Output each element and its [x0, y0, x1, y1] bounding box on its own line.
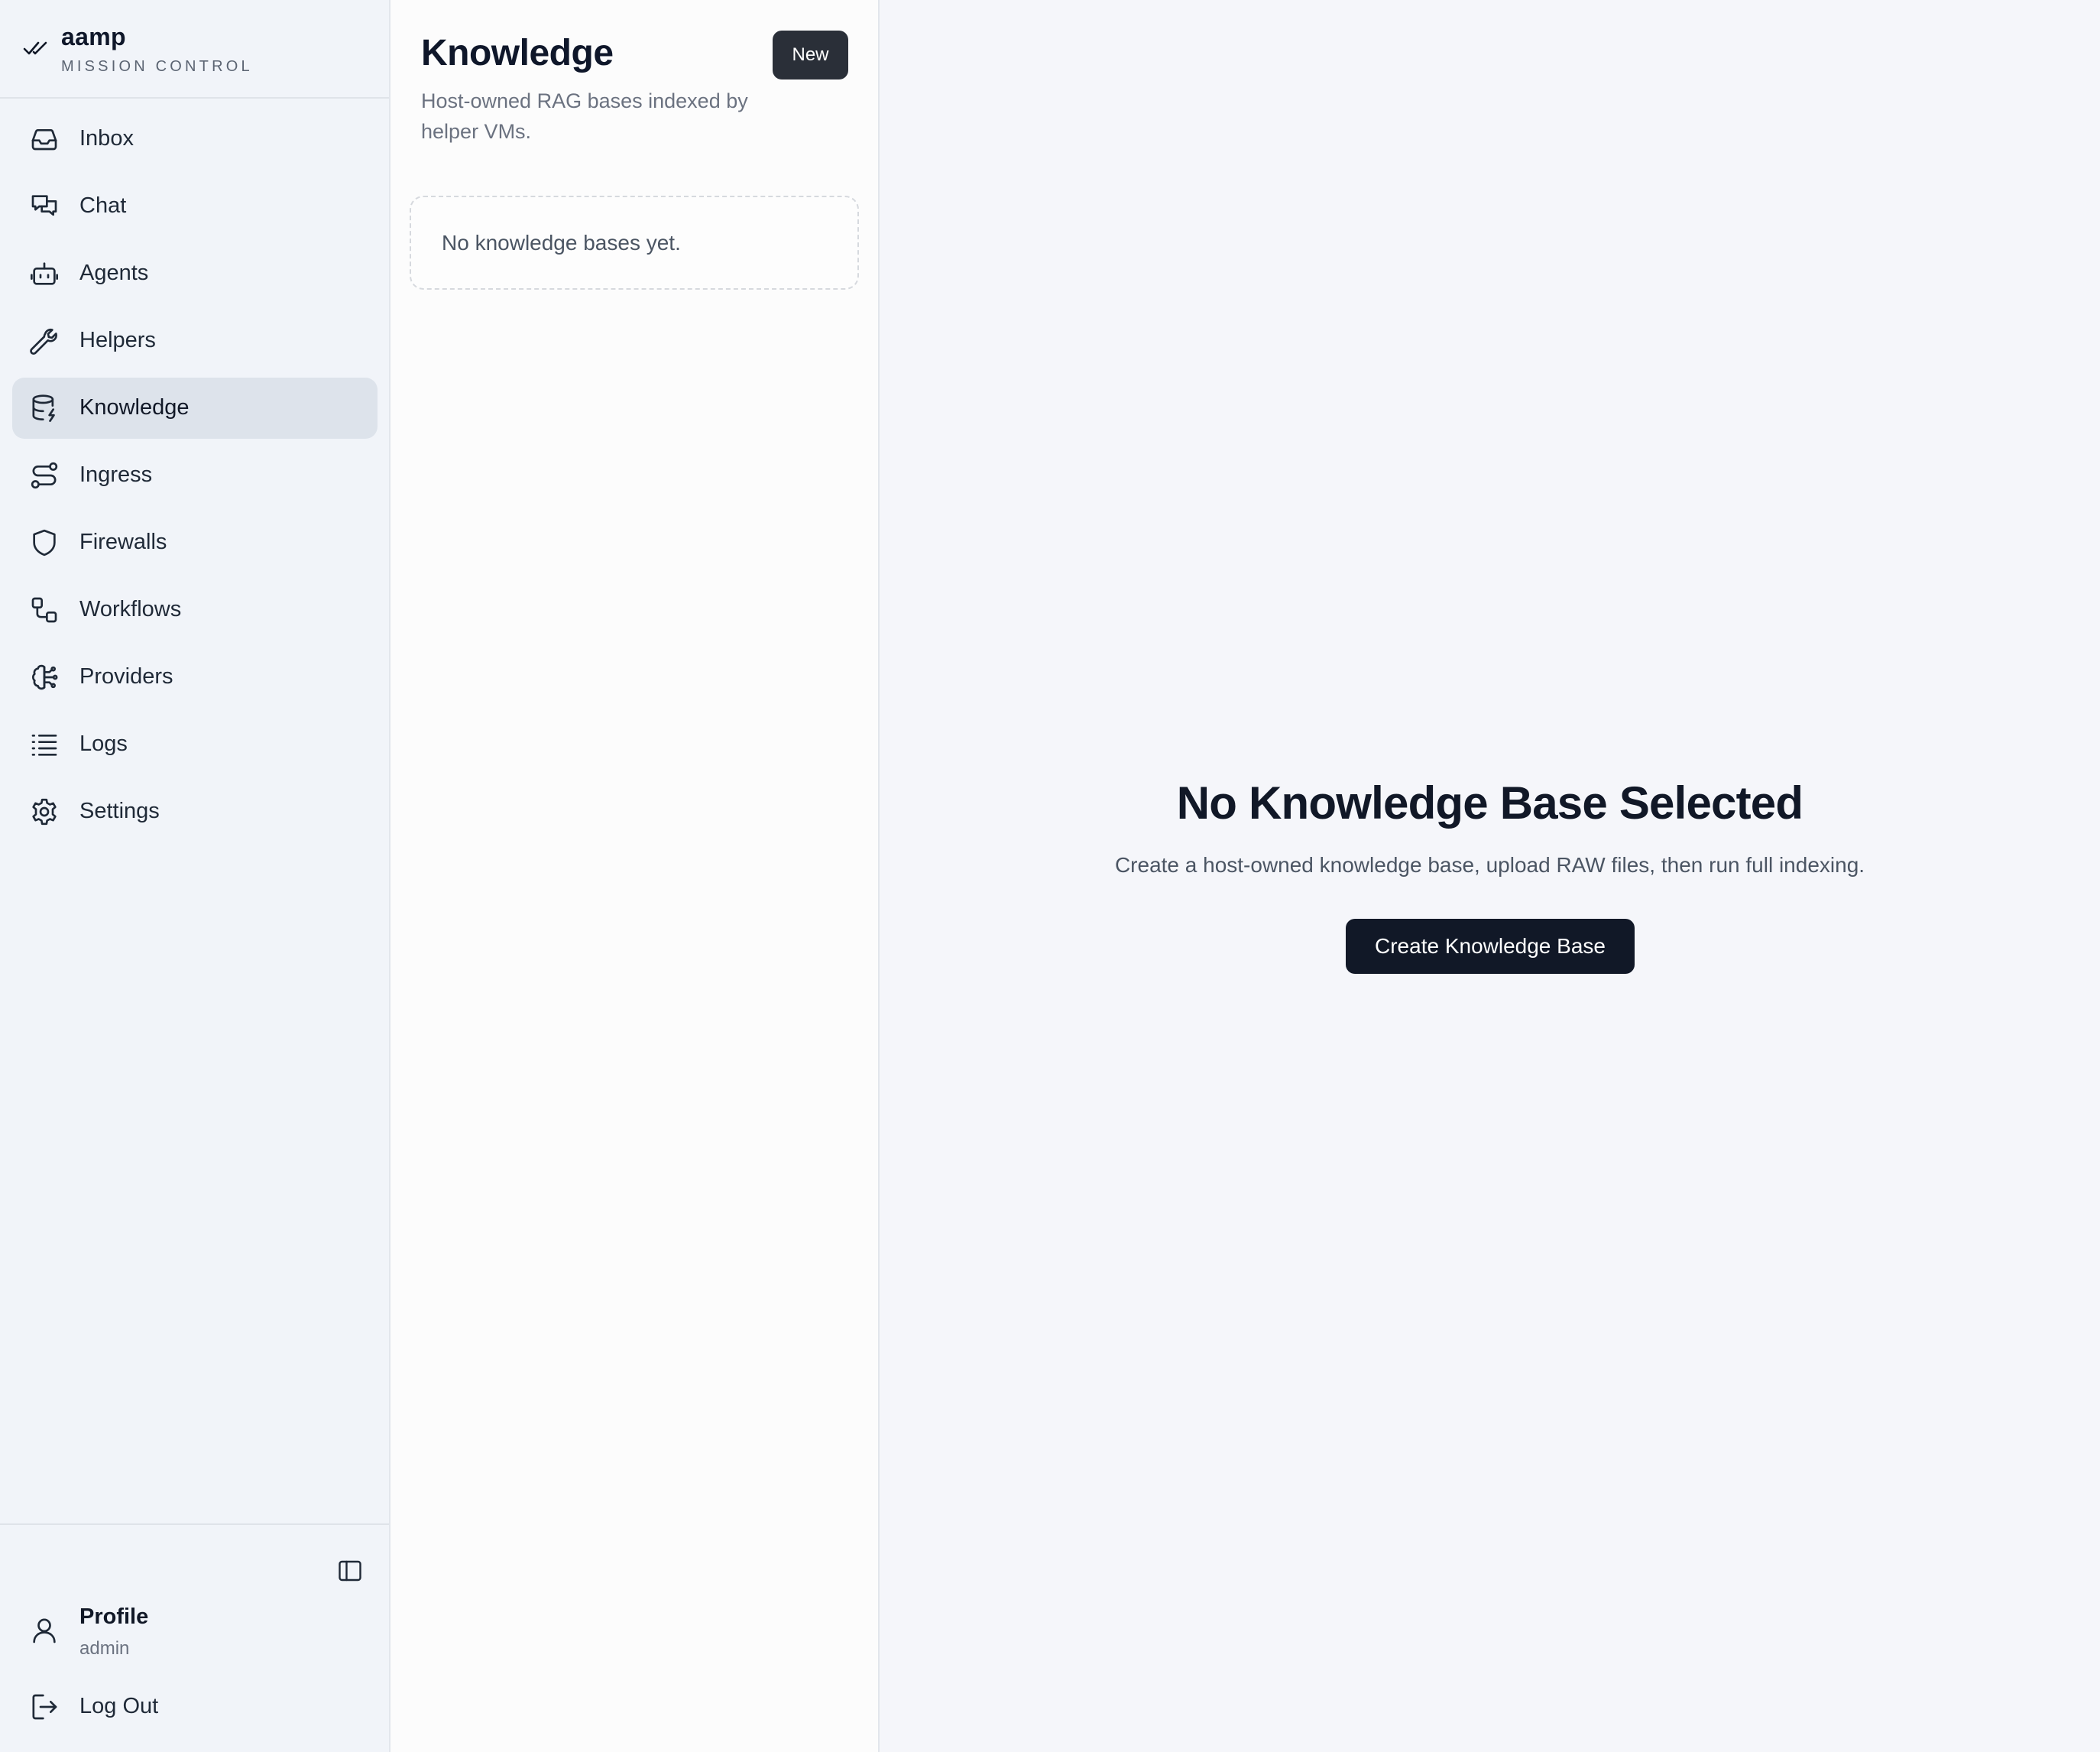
- chat-icon: [29, 191, 60, 222]
- main-content: No Knowledge Base Selected Create a host…: [880, 0, 2100, 1752]
- database-icon: [29, 393, 60, 423]
- double-check-icon: [23, 37, 49, 60]
- sidebar-item-label: Knowledge: [79, 395, 190, 420]
- brand-subtitle: MISSION CONTROL: [61, 58, 253, 75]
- wrench-icon: [29, 326, 60, 356]
- page-subtitle: Host-owned RAG bases indexed by helper V…: [421, 89, 748, 143]
- sidebar-footer: Profile admin Log Out: [0, 1523, 389, 1752]
- sidebar-item-label: Agents: [79, 261, 149, 285]
- empty-state-text: No knowledge bases yet.: [442, 231, 681, 255]
- sidebar-item-chat[interactable]: Chat: [12, 176, 378, 237]
- brain-icon: [29, 662, 60, 693]
- robot-icon: [29, 258, 60, 289]
- profile-role: admin: [79, 1638, 130, 1659]
- new-button[interactable]: New: [773, 31, 848, 79]
- gear-icon: [29, 797, 60, 827]
- inbox-icon: [29, 124, 60, 154]
- sidebar-toggle-icon[interactable]: [336, 1557, 364, 1585]
- empty-selection-description: Create a host-owned knowledge base, uplo…: [1114, 853, 1865, 877]
- sidebar-item-label: Firewalls: [79, 530, 167, 554]
- sidebar-item-label: Settings: [79, 799, 160, 823]
- sidebar-item-ingress[interactable]: Ingress: [12, 445, 378, 506]
- sidebar-item-providers[interactable]: Providers: [12, 647, 378, 708]
- sidebar-item-helpers[interactable]: Helpers: [12, 310, 378, 371]
- sidebar-item-workflows[interactable]: Workflows: [12, 579, 378, 641]
- sidebar-nav: Inbox Chat Agents Helpers Knowledge Ingr…: [12, 109, 378, 848]
- list-icon: [29, 729, 60, 760]
- sidebar-item-label: Ingress: [79, 462, 153, 487]
- sidebar-item-label: Helpers: [79, 328, 156, 352]
- sidebar-item-inbox[interactable]: Inbox: [12, 109, 378, 170]
- sidebar-item-settings[interactable]: Settings: [12, 781, 378, 842]
- sidebar-item-label: Workflows: [79, 597, 182, 621]
- route-icon: [29, 460, 60, 491]
- brand-header: aamp MISSION CONTROL: [0, 0, 389, 99]
- shield-icon: [29, 527, 60, 558]
- logout-icon: [29, 1692, 60, 1722]
- sidebar-item-label: Chat: [79, 193, 127, 218]
- sidebar-item-label: Providers: [79, 664, 173, 689]
- empty-selection-title: No Knowledge Base Selected: [1176, 777, 1803, 829]
- sidebar-item-agents[interactable]: Agents: [12, 243, 378, 304]
- profile-item[interactable]: Profile admin: [12, 1592, 378, 1669]
- profile-label: Profile: [79, 1604, 149, 1629]
- workflow-icon: [29, 595, 60, 625]
- sidebar-item-firewalls[interactable]: Firewalls: [12, 512, 378, 573]
- empty-state-card: No knowledge bases yet.: [410, 196, 859, 290]
- logout-label: Log Out: [79, 1694, 159, 1718]
- knowledge-list-panel: Knowledge Host-owned RAG bases indexed b…: [391, 0, 880, 1752]
- sidebar: aamp MISSION CONTROL Inbox Chat Agents H…: [0, 0, 391, 1752]
- sidebar-item-label: Logs: [79, 732, 128, 756]
- logout-item[interactable]: Log Out: [12, 1676, 378, 1737]
- brand-name: aamp: [61, 23, 126, 50]
- sidebar-item-knowledge[interactable]: Knowledge: [12, 378, 378, 439]
- sidebar-item-label: Inbox: [79, 126, 134, 151]
- page-title: Knowledge: [421, 33, 614, 73]
- create-knowledge-base-button[interactable]: Create Knowledge Base: [1346, 919, 1635, 974]
- sidebar-item-logs[interactable]: Logs: [12, 714, 378, 775]
- user-icon: [29, 1615, 60, 1646]
